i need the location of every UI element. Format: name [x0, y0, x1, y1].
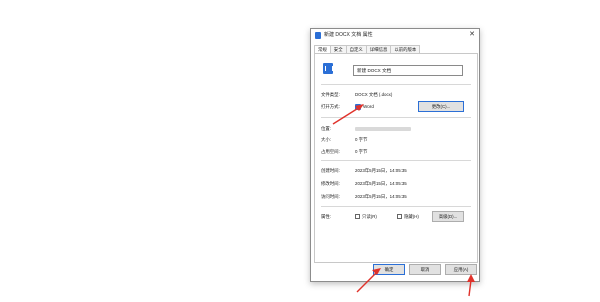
dialog-title: 新建 DOCX 文档 属性: [324, 32, 373, 38]
properties-dialog: 新建 DOCX 文档 属性 ✕ 常规 安全 自定义 详细信息 以前的版本 新建 …: [310, 28, 480, 282]
open-with-label: 打开方式:: [321, 104, 340, 109]
document-icon: [315, 32, 321, 39]
docx-file-icon: [323, 63, 333, 74]
location-value-redacted: [355, 127, 411, 131]
close-icon[interactable]: ✕: [469, 30, 475, 40]
divider: [321, 160, 471, 161]
modified-value: 2023年5月15日，14:05:35: [355, 181, 407, 186]
general-panel: 新建 DOCX 文档 文件类型: DOCX 文档 (.docx) 打开方式: W…: [314, 53, 478, 263]
divider: [321, 84, 471, 85]
advanced-button[interactable]: 高级(D)...: [432, 211, 464, 222]
location-label: 位置:: [321, 126, 332, 131]
annotation-arrows: [332, 104, 475, 297]
file-type-value: DOCX 文档 (.docx): [355, 92, 393, 97]
title-bar[interactable]: 新建 DOCX 文档 属性 ✕: [311, 29, 479, 42]
accessed-label: 访问时间:: [321, 194, 340, 199]
cancel-button[interactable]: 取消: [409, 264, 441, 275]
size-value: 0 字节: [355, 137, 368, 142]
size-label: 大小:: [321, 137, 332, 142]
apply-button[interactable]: 应用(A): [445, 264, 477, 275]
file-name-input[interactable]: 新建 DOCX 文档: [353, 65, 463, 76]
hidden-checkbox[interactable]: [397, 214, 402, 219]
modified-label: 修改时间:: [321, 181, 340, 186]
created-label: 创建时间:: [321, 168, 340, 173]
readonly-label[interactable]: 只读(R): [362, 214, 377, 220]
open-with-value: Word: [363, 104, 374, 109]
hidden-label[interactable]: 隐藏(H): [404, 214, 419, 220]
divider: [321, 117, 471, 118]
created-value: 2023年5月15日，14:05:35: [355, 168, 407, 173]
file-type-label: 文件类型:: [321, 92, 340, 97]
attributes-label: 属性:: [321, 214, 332, 219]
ok-button[interactable]: 确定: [373, 264, 405, 275]
size-on-disk-label: 占用空间:: [321, 149, 340, 154]
divider: [321, 206, 471, 207]
word-icon: [355, 104, 361, 110]
accessed-value: 2023年5月15日，14:05:35: [355, 194, 407, 199]
size-on-disk-value: 0 字节: [355, 149, 368, 154]
change-button[interactable]: 更改(C)...: [418, 101, 464, 112]
readonly-checkbox[interactable]: [355, 214, 360, 219]
